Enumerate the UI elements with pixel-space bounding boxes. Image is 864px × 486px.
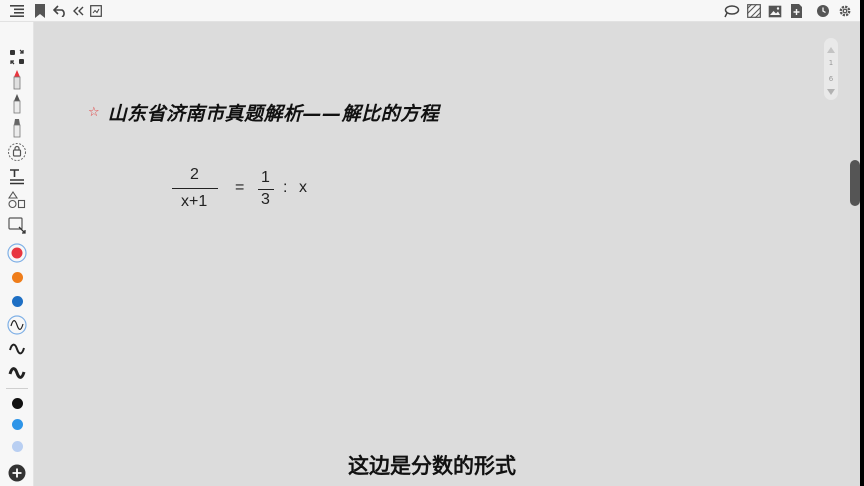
thick-stroke-icon[interactable] <box>7 363 27 383</box>
add-page-icon[interactable] <box>788 3 804 19</box>
window-edge <box>860 0 864 486</box>
image-icon[interactable] <box>88 3 104 19</box>
top-toolbar <box>0 0 860 22</box>
star-icon: ☆ <box>88 104 100 120</box>
undo-icon[interactable] <box>52 3 68 19</box>
lhs-numerator: 2 <box>190 166 199 183</box>
lasso-icon[interactable] <box>724 3 740 19</box>
pattern-icon[interactable] <box>746 3 762 19</box>
highlighter-tool-icon[interactable] <box>7 94 27 114</box>
settings-icon[interactable] <box>837 3 853 19</box>
medium-stroke-icon[interactable] <box>7 339 27 359</box>
title-text: 山东省济南市真题解析——解比的方程 <box>107 102 440 125</box>
history-icon[interactable] <box>815 3 831 19</box>
bookmark-icon[interactable] <box>32 3 48 19</box>
rhs-numerator: 1 <box>261 169 270 186</box>
color-sky-button[interactable] <box>7 414 27 434</box>
thin-stroke-icon[interactable] <box>7 315 27 335</box>
tool-sidebar <box>0 22 34 486</box>
image-tool-icon[interactable] <box>7 216 27 236</box>
equals-sign: = <box>235 179 245 196</box>
page-indicator[interactable]: 1 6 <box>824 38 838 100</box>
total-pages: 6 <box>828 75 834 83</box>
color-blue-button[interactable] <box>7 291 27 311</box>
marker-tool-icon[interactable] <box>7 118 27 138</box>
outline-icon[interactable] <box>9 3 25 19</box>
insert-image-icon[interactable] <box>767 3 783 19</box>
page-up-icon[interactable] <box>826 46 836 54</box>
text-tool-icon[interactable] <box>7 167 27 187</box>
rhs-variable: x <box>299 179 307 196</box>
page-title: ☆ 山东省济南市真题解析——解比的方程 <box>88 98 439 126</box>
current-page: 1 <box>828 59 834 67</box>
collapse-icon[interactable] <box>70 3 86 19</box>
ratio-sign: : <box>283 179 288 196</box>
select-tool-icon[interactable] <box>7 47 27 67</box>
pen-tool-icon[interactable] <box>7 70 27 90</box>
color-red-button[interactable] <box>7 243 27 263</box>
rhs-denominator: 3 <box>261 191 270 208</box>
lhs-denominator: x+1 <box>181 193 208 210</box>
video-caption: 这边是分数的形式 <box>348 454 516 478</box>
color-black-button[interactable] <box>7 393 27 413</box>
lasso-tool-icon[interactable] <box>7 142 27 162</box>
color-orange-button[interactable] <box>7 267 27 287</box>
shape-tool-icon[interactable] <box>7 190 27 210</box>
scrollbar-thumb[interactable] <box>850 160 860 206</box>
lhs-fraction-bar <box>172 188 218 190</box>
sidebar-divider <box>6 388 28 389</box>
page-down-icon[interactable] <box>826 88 836 96</box>
